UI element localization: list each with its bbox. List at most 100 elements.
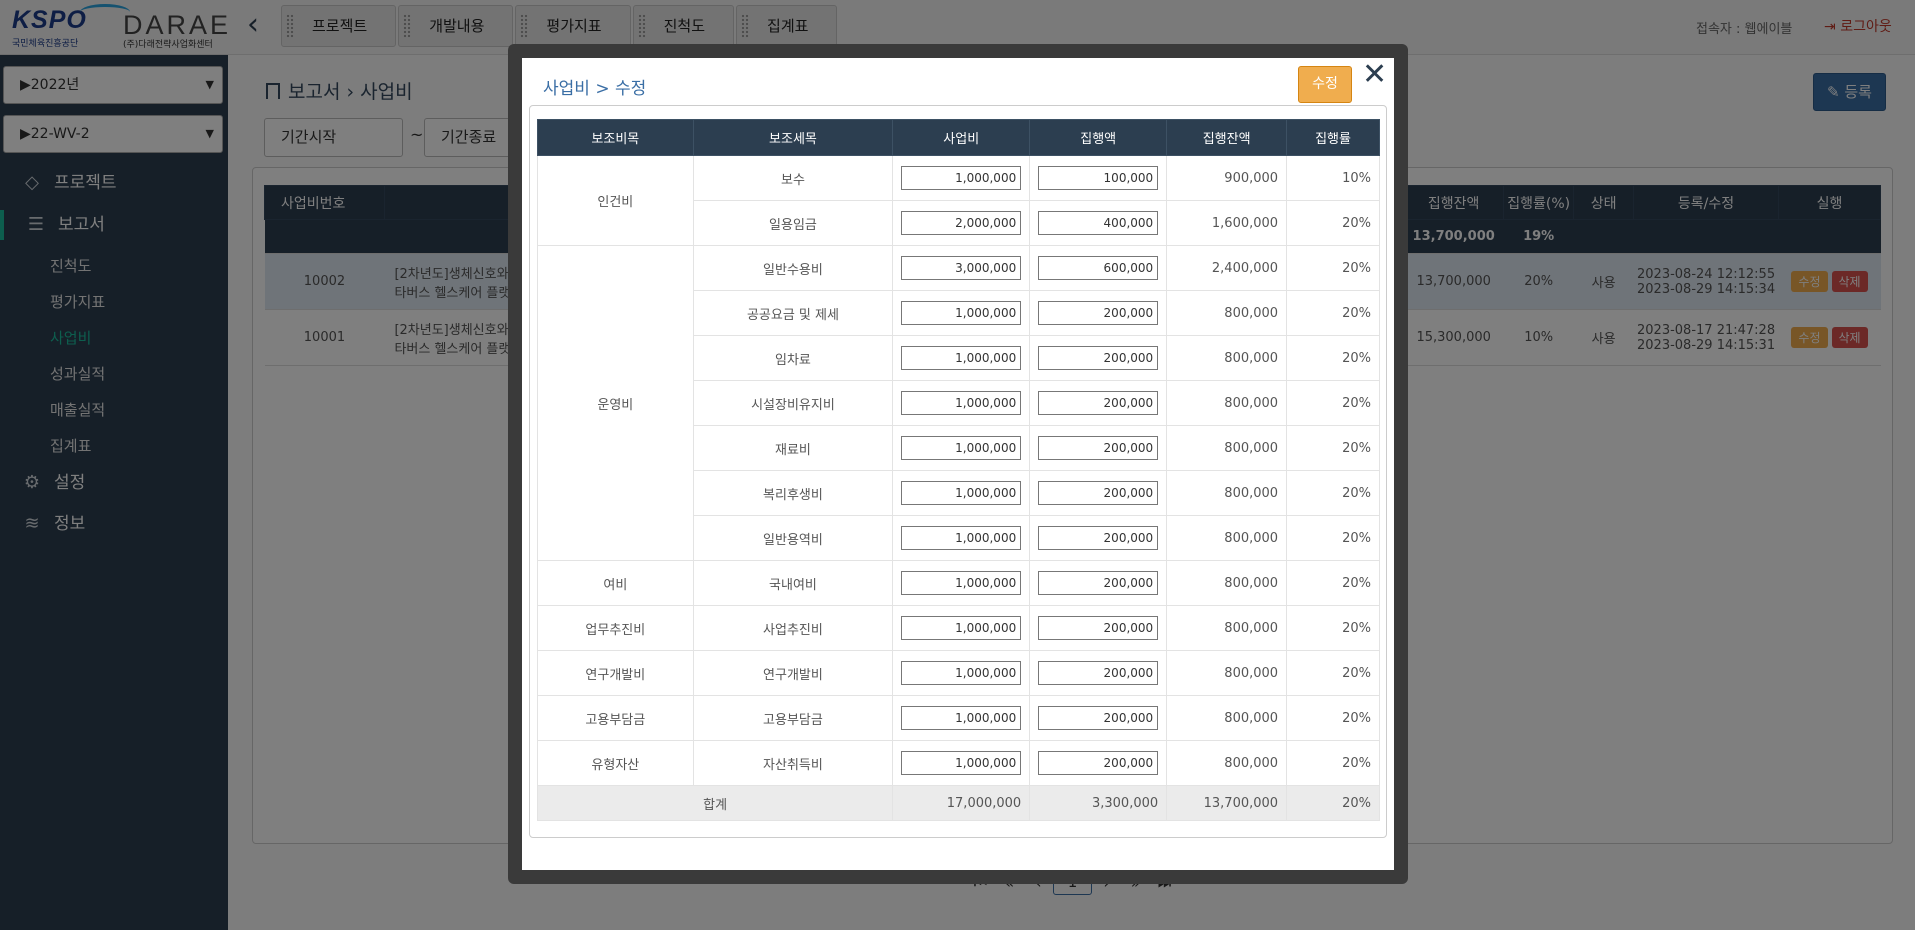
spent-input[interactable]: [1038, 481, 1159, 505]
budget-cell: [892, 380, 1031, 426]
spent-cell: [1029, 155, 1168, 201]
col-header-remain: 집행잔액: [1166, 119, 1288, 156]
budget-cell: [892, 335, 1031, 381]
subcategory-cell: 자산취득비: [692, 740, 894, 786]
remain-cell: 800,000: [1166, 740, 1288, 786]
spent-cell: [1029, 470, 1168, 516]
rate-cell: 20%: [1286, 560, 1380, 606]
remain-cell: 2,400,000: [1166, 245, 1288, 291]
budget-input[interactable]: [901, 301, 1022, 325]
spent-input[interactable]: [1038, 706, 1159, 730]
spent-cell: [1029, 695, 1168, 741]
budget-input[interactable]: [901, 391, 1022, 415]
budget-input[interactable]: [901, 166, 1022, 190]
budget-cell: [892, 200, 1031, 246]
subcategory-cell: 고용부담금: [692, 695, 894, 741]
budget-cell: [892, 155, 1031, 201]
budget-input[interactable]: [901, 661, 1022, 685]
remain-cell: 800,000: [1166, 425, 1288, 471]
rate-cell: 20%: [1286, 650, 1380, 696]
category-cell: 업무추진비: [537, 605, 694, 651]
budget-cell: [892, 650, 1031, 696]
budget-input[interactable]: [901, 526, 1022, 550]
budget-input[interactable]: [901, 571, 1022, 595]
spent-input[interactable]: [1038, 166, 1159, 190]
col-header-subcategory: 보조세목: [692, 119, 894, 156]
rate-cell: 20%: [1286, 515, 1380, 561]
total-label: 합계: [536, 785, 894, 821]
remain-cell: 800,000: [1166, 380, 1288, 426]
total-rate: 20%: [1286, 785, 1380, 821]
budget-input[interactable]: [901, 436, 1022, 460]
close-icon[interactable]: ✕: [1362, 60, 1387, 90]
col-header-category: 보조비목: [537, 119, 694, 156]
budget-edit-table: 보조비목 보조세목 사업비 집행액 집행잔액 집행률 인건비 보수 900,00…: [536, 119, 1380, 821]
budget-input[interactable]: [901, 616, 1022, 640]
rate-cell: 20%: [1286, 695, 1380, 741]
subcategory-cell: 국내여비: [692, 560, 894, 606]
total-budget: 17,000,000: [892, 785, 1031, 821]
rate-cell: 20%: [1286, 740, 1380, 786]
col-header-rate: 집행률: [1286, 119, 1380, 156]
subcategory-cell: 일용임금: [692, 200, 894, 246]
category-cell: 여비: [537, 560, 694, 606]
spent-input[interactable]: [1038, 346, 1159, 370]
budget-cell: [892, 605, 1031, 651]
spent-cell: [1029, 560, 1168, 606]
spent-cell: [1029, 200, 1168, 246]
rate-cell: 20%: [1286, 290, 1380, 336]
spent-cell: [1029, 605, 1168, 651]
remain-cell: 800,000: [1166, 560, 1288, 606]
subcategory-cell: 일반수용비: [692, 245, 894, 291]
subcategory-cell: 공공요금 및 제세: [692, 290, 894, 336]
col-header-spent: 집행액: [1029, 119, 1168, 156]
spent-input[interactable]: [1038, 571, 1159, 595]
budget-input[interactable]: [901, 346, 1022, 370]
remain-cell: 800,000: [1166, 650, 1288, 696]
spent-input[interactable]: [1038, 211, 1159, 235]
budget-input[interactable]: [901, 211, 1022, 235]
spent-cell: [1029, 335, 1168, 381]
category-cell: 연구개발비: [537, 650, 694, 696]
subcategory-cell: 일반용역비: [692, 515, 894, 561]
spent-input[interactable]: [1038, 256, 1159, 280]
budget-cell: [892, 740, 1031, 786]
spent-input[interactable]: [1038, 751, 1159, 775]
rate-cell: 20%: [1286, 245, 1380, 291]
table-row: 연구개발비 연구개발비 800,000 20%: [537, 650, 1380, 696]
subcategory-cell: 연구개발비: [692, 650, 894, 696]
budget-cell: [892, 560, 1031, 606]
col-header-budget: 사업비: [892, 119, 1031, 156]
spent-input[interactable]: [1038, 661, 1159, 685]
remain-cell: 800,000: [1166, 470, 1288, 516]
budget-input[interactable]: [901, 481, 1022, 505]
rate-cell: 20%: [1286, 470, 1380, 516]
rate-cell: 10%: [1286, 155, 1380, 201]
budget-cell: [892, 695, 1031, 741]
table-row: 업무추진비 사업추진비 800,000 20%: [537, 605, 1380, 651]
rate-cell: 20%: [1286, 200, 1380, 246]
total-remain: 13,700,000: [1166, 785, 1288, 821]
budget-input[interactable]: [901, 751, 1022, 775]
remain-cell: 800,000: [1166, 290, 1288, 336]
modal-save-button[interactable]: 수정: [1298, 66, 1352, 103]
spent-input[interactable]: [1038, 526, 1159, 550]
spent-cell: [1029, 380, 1168, 426]
spent-cell: [1029, 515, 1168, 561]
rate-cell: 20%: [1286, 605, 1380, 651]
spent-input[interactable]: [1038, 616, 1159, 640]
table-row: 인건비 보수 900,000 10%: [537, 155, 1380, 246]
spent-cell: [1029, 245, 1168, 291]
category-cell: 고용부담금: [537, 695, 694, 741]
remain-cell: 800,000: [1166, 605, 1288, 651]
total-row: 합계 17,000,000 3,300,000 13,700,000 20%: [536, 785, 1380, 821]
remain-cell: 800,000: [1166, 335, 1288, 381]
budget-cell: [892, 290, 1031, 336]
subcategory-cell: 보수: [692, 155, 894, 201]
spent-input[interactable]: [1038, 301, 1159, 325]
spent-input[interactable]: [1038, 391, 1159, 415]
remain-cell: 1,600,000: [1166, 200, 1288, 246]
budget-input[interactable]: [901, 256, 1022, 280]
spent-input[interactable]: [1038, 436, 1159, 460]
budget-input[interactable]: [901, 706, 1022, 730]
